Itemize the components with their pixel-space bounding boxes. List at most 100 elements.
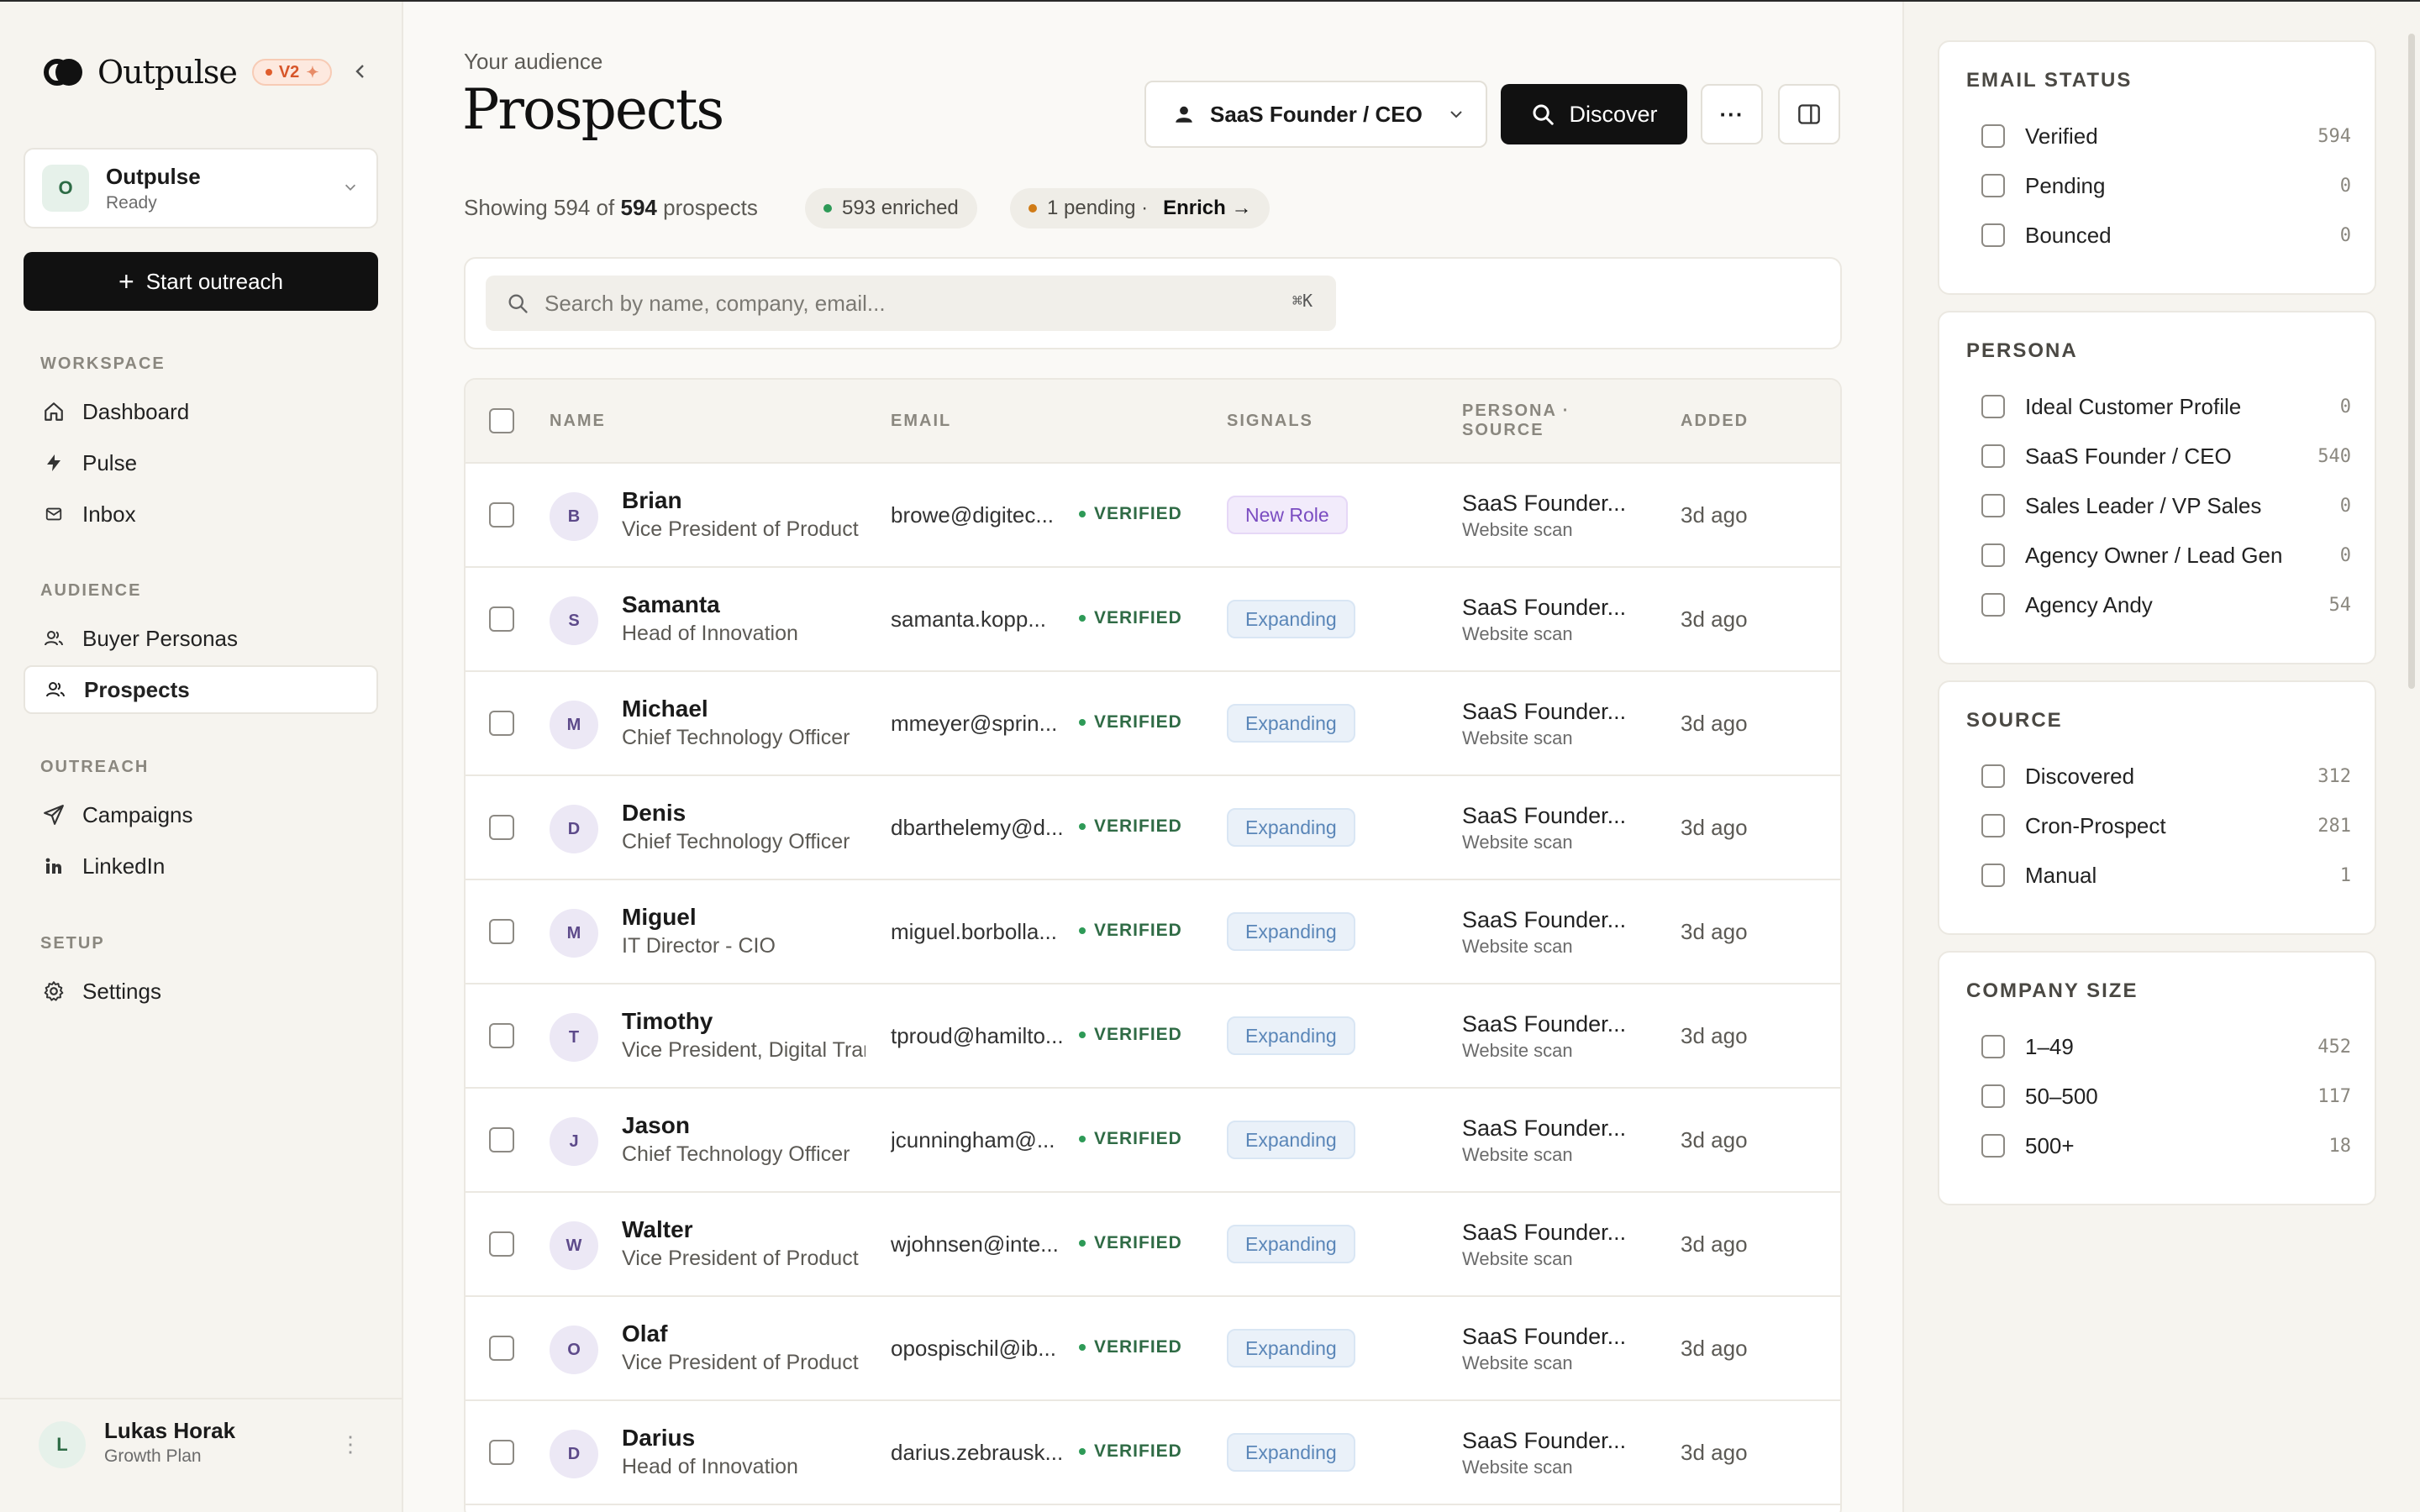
prospect-title: Vice President of Product xyxy=(622,517,859,541)
row-checkbox[interactable] xyxy=(489,1231,514,1257)
sidebar-item-inbox[interactable]: Inbox xyxy=(24,490,378,538)
filter-option[interactable]: Verified 594 xyxy=(1981,119,2351,153)
filter-option[interactable]: Bounced 0 xyxy=(1981,218,2351,252)
filter-checkbox[interactable] xyxy=(1981,543,2005,567)
search-field[interactable]: ⌘K xyxy=(486,276,1336,331)
filter-option[interactable]: Pending 0 xyxy=(1981,169,2351,202)
row-checkbox[interactable] xyxy=(489,711,514,736)
row-checkbox[interactable] xyxy=(489,502,514,528)
table-row[interactable]: O Olaf Vice President of Product opospischi… xyxy=(466,1297,1840,1401)
table-row[interactable]: B Brian Vice President of Product browe@dig… xyxy=(466,464,1840,568)
row-checkbox[interactable] xyxy=(489,1440,514,1465)
toggle-filter-panel-button[interactable] xyxy=(1778,84,1840,144)
filter-option-label: Agency Andy xyxy=(2025,591,2153,617)
more-options-button[interactable]: ··· xyxy=(1701,84,1763,144)
filter-option[interactable]: Manual 1 xyxy=(1981,858,2351,892)
column-header-signals[interactable]: SIGNALS xyxy=(1227,412,1313,431)
table-row[interactable]: J Jason Chief Technology Officer jcunningha… xyxy=(466,1089,1840,1193)
prospect-title: Head of Innovation xyxy=(622,622,798,645)
filter-option-count: 1 xyxy=(2339,864,2351,886)
filter-checkbox[interactable] xyxy=(1981,444,2005,468)
workspace-switcher[interactable]: O Outpulse Ready xyxy=(24,148,378,228)
sidebar-item-linkedin[interactable]: LinkedIn xyxy=(24,842,378,890)
users-icon xyxy=(44,678,67,701)
sidebar-item-pulse[interactable]: Pulse xyxy=(24,438,378,487)
table-row[interactable]: D Darius Head of Innovation darius.zebrausk… xyxy=(466,1401,1840,1505)
filter-checkbox[interactable] xyxy=(1981,1134,2005,1158)
filter-checkbox[interactable] xyxy=(1981,174,2005,197)
table-row[interactable]: M Miguel IT Director - CIO miguel.borbolla.… xyxy=(466,880,1840,984)
table-row[interactable]: W Walter Vice President of Product wjohnsen… xyxy=(466,1193,1840,1297)
filter-option[interactable]: 500+ 18 xyxy=(1981,1129,2351,1163)
start-outreach-button[interactable]: + Start outreach xyxy=(24,252,378,311)
column-header-email[interactable]: EMAIL xyxy=(891,412,951,431)
filter-checkbox[interactable] xyxy=(1981,494,2005,517)
scrollbar[interactable] xyxy=(2408,34,2415,689)
prospect-name[interactable]: Walter xyxy=(622,1216,693,1243)
column-header-added[interactable]: ADDED xyxy=(1681,412,1749,431)
filter-checkbox[interactable] xyxy=(1981,864,2005,887)
row-checkbox[interactable] xyxy=(489,1127,514,1152)
discover-button[interactable]: Discover xyxy=(1501,84,1687,144)
prospect-name[interactable]: Michael xyxy=(622,696,708,722)
filter-option[interactable]: 50–500 117 xyxy=(1981,1079,2351,1113)
select-all-checkbox[interactable] xyxy=(489,408,514,433)
filter-checkbox[interactable] xyxy=(1981,124,2005,148)
avatar: J xyxy=(550,1117,598,1166)
collapse-sidebar-button[interactable] xyxy=(348,59,373,84)
table-row[interactable]: D Denis Chief Technology Officer dbarthelem… xyxy=(466,776,1840,880)
filter-group-company-size: COMPANY SIZE 1–49 452 50–500 117 500+ 18 xyxy=(1938,951,2376,1205)
prospect-persona: SaaS Founder... xyxy=(1462,1116,1627,1141)
sidebar-item-dashboard[interactable]: Dashboard xyxy=(24,387,378,436)
persona-select[interactable]: SaaS Founder / CEO xyxy=(1144,81,1487,148)
enrich-link[interactable]: Enrich → xyxy=(1163,197,1251,220)
prospect-name[interactable]: Miguel xyxy=(622,904,697,931)
table-row[interactable]: T Timothy Vice President, Digital Transfor… xyxy=(466,984,1840,1089)
user-profile[interactable]: L Lukas Horak Growth Plan ⋮ xyxy=(0,1398,402,1512)
filter-checkbox[interactable] xyxy=(1981,395,2005,418)
sidebar-item-prospects[interactable]: Prospects xyxy=(24,665,378,714)
row-checkbox[interactable] xyxy=(489,919,514,944)
row-checkbox[interactable] xyxy=(489,1336,514,1361)
prospect-email: samanta.kopp... xyxy=(891,606,1046,632)
search-input[interactable] xyxy=(544,290,1217,317)
filter-option[interactable]: SaaS Founder / CEO 540 xyxy=(1981,439,2351,473)
column-header-name[interactable]: NAME xyxy=(550,412,606,431)
prospect-name[interactable]: Jason xyxy=(622,1112,690,1139)
prospect-name[interactable]: Brian xyxy=(622,487,682,514)
filter-checkbox[interactable] xyxy=(1981,1035,2005,1058)
prospect-name[interactable]: Olaf xyxy=(622,1320,667,1347)
row-checkbox[interactable] xyxy=(489,1023,514,1048)
filter-option[interactable]: Ideal Customer Profile 0 xyxy=(1981,390,2351,423)
prospect-name[interactable]: Darius xyxy=(622,1425,695,1452)
status-dot-icon xyxy=(1079,511,1086,517)
filter-checkbox[interactable] xyxy=(1981,593,2005,617)
prospect-name[interactable]: Timothy xyxy=(622,1008,713,1035)
brand[interactable]: Outpulse V2 ✦ xyxy=(44,54,333,91)
filter-checkbox[interactable] xyxy=(1981,814,2005,837)
filter-checkbox[interactable] xyxy=(1981,1084,2005,1108)
sidebar-item-buyer-personas[interactable]: Buyer Personas xyxy=(24,614,378,663)
filter-option[interactable]: Agency Andy 54 xyxy=(1981,588,2351,622)
column-header-persona-source[interactable]: PERSONA · SOURCE xyxy=(1462,402,1570,440)
filter-option[interactable]: Sales Leader / VP Sales 0 xyxy=(1981,489,2351,522)
sidebar-item-settings[interactable]: Settings xyxy=(24,967,378,1016)
prospect-name[interactable]: Samanta xyxy=(622,591,720,618)
table-row[interactable]: M Michael Chief Technology Officer mmeyer@s… xyxy=(466,672,1840,776)
row-checkbox[interactable] xyxy=(489,606,514,632)
filter-option[interactable]: Cron-Prospect 281 xyxy=(1981,809,2351,843)
avatar: M xyxy=(550,701,598,749)
signal-tag: Expanding xyxy=(1227,704,1355,743)
filter-option[interactable]: Discovered 312 xyxy=(1981,759,2351,793)
row-checkbox[interactable] xyxy=(489,815,514,840)
keyboard-shortcut-hint: ⌘K xyxy=(1292,291,1313,311)
filter-checkbox[interactable] xyxy=(1981,764,2005,788)
prospect-name[interactable]: Denis xyxy=(622,800,686,827)
filter-checkbox[interactable] xyxy=(1981,223,2005,247)
sidebar-item-campaigns[interactable]: Campaigns xyxy=(24,790,378,839)
filter-option[interactable]: 1–49 452 xyxy=(1981,1030,2351,1063)
filter-option-count: 312 xyxy=(2317,765,2351,787)
filter-option[interactable]: Agency Owner / Lead Gen 0 xyxy=(1981,538,2351,572)
more-vertical-icon[interactable]: ⋮ xyxy=(339,1431,361,1457)
table-row[interactable]: S Samanta Head of Innovation samanta.kopp..… xyxy=(466,568,1840,672)
